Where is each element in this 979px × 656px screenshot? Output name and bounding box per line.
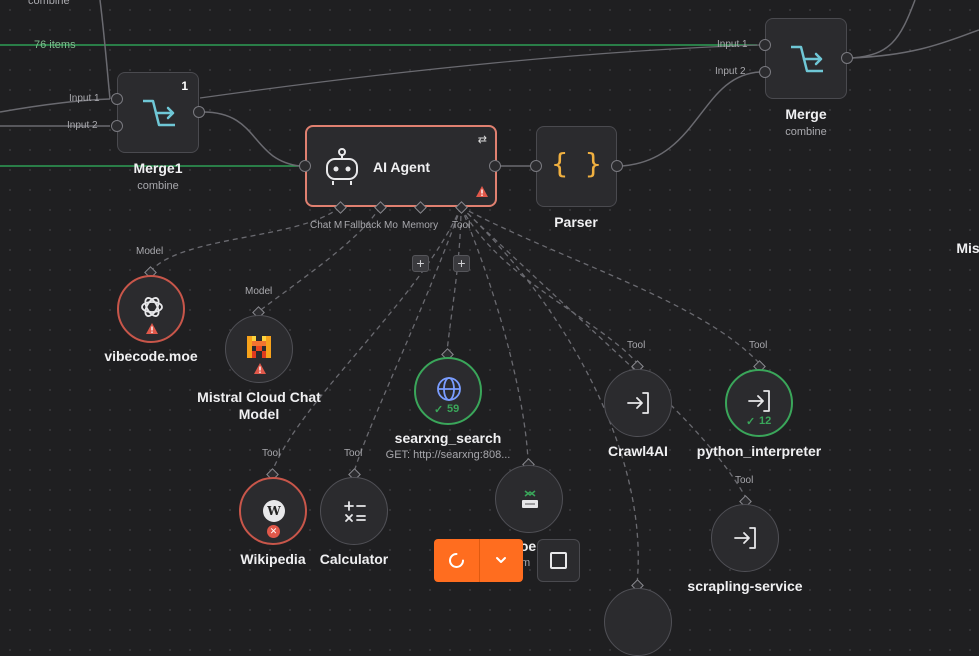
wikipedia-port-label: Tool [262, 448, 281, 459]
vibecode-title: vibecode.moe [104, 348, 198, 364]
agent-port-label-memory: Memory [402, 220, 439, 231]
wikipedia-title: Wikipedia [240, 551, 306, 567]
searxng-title: searxng_search [394, 430, 502, 446]
ai-agent-node[interactable]: AI Agent ⇄ [305, 125, 497, 207]
merge-output-handle[interactable] [841, 52, 853, 64]
agent-output-handle[interactable] [489, 160, 501, 172]
vibecode-model-node[interactable] [117, 275, 185, 343]
mistral-title-line1: Mistral Cloud Chat [197, 389, 321, 405]
python-title: python_interpreter [696, 443, 822, 459]
wikipedia-icon: W [263, 500, 285, 522]
merge1-input1-handle[interactable] [111, 93, 123, 105]
crawl4ai-title: Crawl4AI [608, 443, 668, 459]
button-divider [479, 539, 480, 582]
ai-agent-title: AI Agent [373, 159, 431, 175]
wikipedia-tool-node[interactable]: W ✕ [239, 477, 307, 545]
merge-input1-label: Input 1 [717, 39, 748, 50]
add-memory-button[interactable]: + [412, 255, 429, 272]
scrapling-title: scrapling-service [687, 578, 803, 594]
searxng-subtitle: GET: http://searxng:808... [385, 449, 511, 461]
merge-subtitle: combine [785, 126, 827, 138]
merge-node[interactable] [765, 18, 847, 99]
stop-square-icon [550, 552, 567, 569]
python-run-count: 12 [759, 415, 772, 427]
searxng-tool-node[interactable]: ✓ 59 [414, 357, 482, 425]
merge-title: Merge [785, 106, 827, 122]
merge-input2-label: Input 2 [715, 66, 746, 77]
success-check-icon: ✓ [746, 416, 756, 428]
merge-arrow-icon [143, 99, 175, 127]
merge1-input2-label: Input 2 [67, 120, 98, 131]
agent-port-label-tool: Tool [452, 220, 471, 231]
edge-item-count: 76 items [34, 39, 76, 51]
chevron-down-icon[interactable] [495, 556, 507, 565]
globe-icon [437, 377, 461, 401]
python-tool-node[interactable]: ✓ 12 [725, 369, 793, 437]
mistral-icon [247, 336, 271, 358]
merge1-subtitle: combine [137, 180, 179, 192]
calculator-port-label: Tool [344, 448, 363, 459]
partial-node-subtitle: combine [28, 0, 70, 7]
parser-node[interactable]: { } [536, 126, 617, 207]
parser-title: Parser [554, 214, 598, 230]
merge1-input1-label: Input 1 [69, 93, 100, 104]
merge1-title: Merge1 [133, 160, 183, 176]
success-check-icon: ✓ [434, 404, 444, 416]
agent-input-handle[interactable] [299, 160, 311, 172]
vibecode-port-label: Model [136, 246, 164, 257]
robot-icon [326, 148, 358, 185]
merge-arrow-icon [791, 45, 823, 73]
workflow-canvas[interactable]: combine 76 items Mis 1 Input 1 Input 2 M… [0, 0, 979, 656]
agent-port-label-fallback: Fallback Mo [344, 220, 398, 231]
python-port-label: Tool [749, 340, 768, 351]
merge1-node[interactable]: 1 [117, 72, 199, 153]
merge1-output-handle[interactable] [193, 106, 205, 118]
crawl4ai-tool-node[interactable] [604, 369, 672, 437]
warning-icon [146, 323, 158, 334]
add-tool-button[interactable]: + [453, 255, 470, 272]
cut-tool-node[interactable] [604, 588, 672, 656]
scrapling-tool-node[interactable] [711, 504, 779, 572]
calculator-icon [344, 501, 366, 522]
error-icon: ✕ [267, 525, 280, 538]
agent-port-label-chat: Chat M [310, 220, 343, 231]
spinner-icon [449, 553, 464, 568]
parser-input-handle[interactable] [530, 160, 542, 172]
cut-node-label: Mis [956, 240, 979, 256]
tool-enter-icon [734, 527, 756, 549]
braces-icon: { } [551, 147, 602, 180]
docling-tool-node[interactable] [495, 465, 563, 533]
crawl4ai-port-label: Tool [627, 340, 646, 351]
execute-workflow-button[interactable] [434, 539, 523, 582]
merge1-input2-handle[interactable] [111, 120, 123, 132]
run-count-badge: 1 [181, 79, 188, 93]
calculator-title: Calculator [319, 551, 389, 567]
tool-enter-icon [627, 392, 649, 414]
mistral-model-node[interactable] [225, 315, 293, 383]
merge-input2-handle[interactable] [759, 66, 771, 78]
document-icon [522, 490, 538, 508]
mistral-title-line2: Model [238, 406, 280, 422]
searxng-run-count: 59 [447, 403, 460, 415]
merge-input1-handle[interactable] [759, 39, 771, 51]
parser-output-handle[interactable] [611, 160, 623, 172]
stop-execution-button[interactable] [537, 539, 580, 582]
mistral-port-label: Model [245, 286, 273, 297]
warning-icon [476, 186, 488, 197]
retry-icon: ⇄ [477, 134, 487, 146]
calculator-tool-node[interactable] [320, 477, 388, 545]
tool-enter-icon [748, 390, 770, 412]
openai-icon [141, 297, 163, 317]
scrapling-port-label: Tool [735, 475, 754, 486]
warning-icon [254, 363, 266, 374]
